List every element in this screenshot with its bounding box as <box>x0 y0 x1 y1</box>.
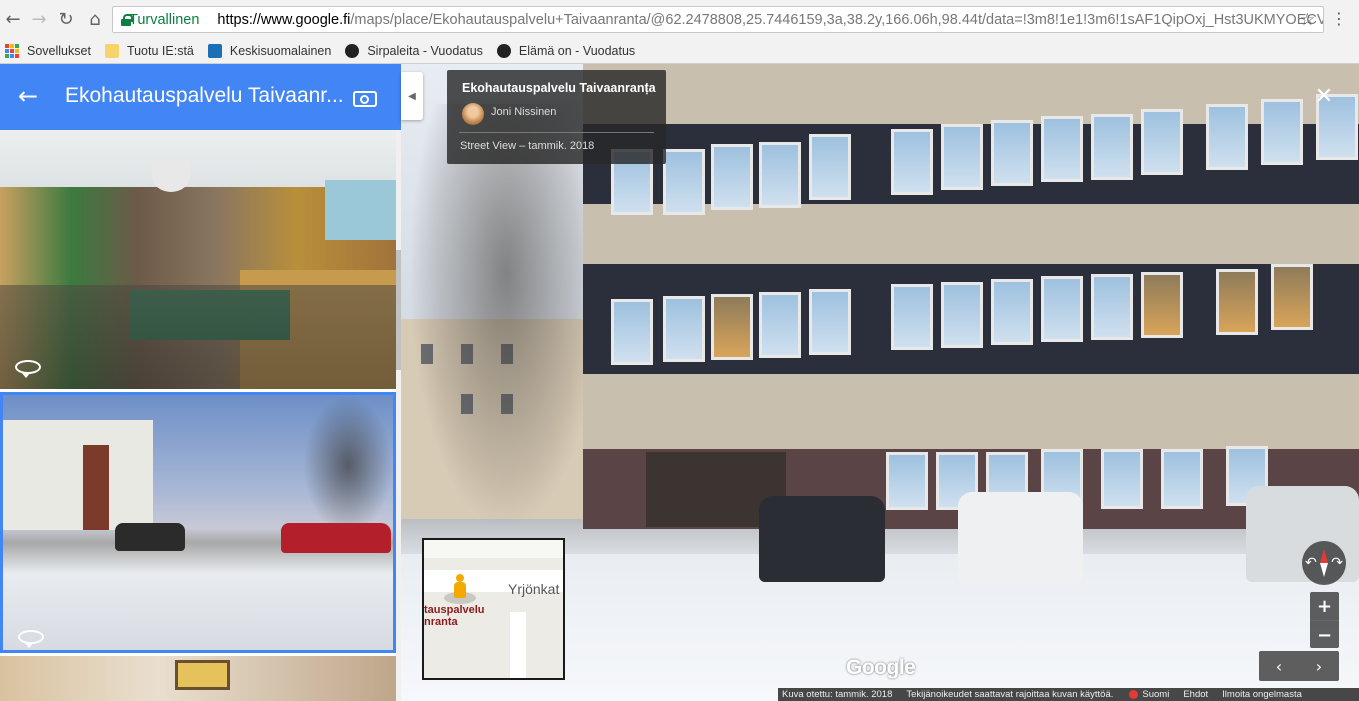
add-photo-icon[interactable] <box>353 86 377 107</box>
pegman-icon[interactable] <box>454 574 466 602</box>
mini-map[interactable]: Yrjönkat tauspalvelu nranta <box>422 538 565 680</box>
photo-thumbnail-street[interactable] <box>0 392 396 653</box>
photo-thumbnail-interior[interactable] <box>0 130 396 389</box>
address-bar[interactable]: Turvallinen https://www.google.fi/maps/p… <box>112 6 1324 33</box>
bookmark-label: Sirpaleita - Vuodatus <box>367 43 483 58</box>
photo-panel: ← Ekohautauspalvelu Taivaanr... <box>0 64 401 701</box>
language-link[interactable]: Suomi <box>1142 689 1169 700</box>
bookmark-elama-on[interactable]: Elämä on - Vuodatus <box>496 43 636 58</box>
more-options-icon[interactable]: ⋮ <box>640 81 654 97</box>
parked-car <box>958 492 1083 584</box>
zoom-out-button[interactable]: − <box>1310 621 1339 649</box>
capture-info: Kuva otettu: tammik. 2018 <box>782 689 893 700</box>
bookmark-sirpaleita[interactable]: Sirpaleita - Vuodatus <box>345 43 483 58</box>
place-label: tauspalvelu nranta <box>424 604 485 628</box>
url-path: /maps/place/Ekohautauspalvelu+Taivaanran… <box>350 11 1324 28</box>
panorama-360-icon <box>15 360 41 378</box>
bookmark-label: Sovellukset <box>27 43 91 58</box>
place-label-line: nranta <box>424 616 458 628</box>
pan-control: ‹ › <box>1259 651 1339 681</box>
street-label: Yrjönkat <box>508 581 560 597</box>
apps-icon <box>5 43 19 58</box>
url-domain: https://www.google.fi <box>217 11 351 28</box>
panel-header: ← Ekohautauspalvelu Taivaanr... <box>0 64 401 130</box>
secure-label: Turvallinen <box>129 11 200 28</box>
reload-icon[interactable]: ↻ <box>55 8 77 30</box>
info-card-title[interactable]: Ekohautauspalvelu Taivaanranta <box>462 81 656 95</box>
back-arrow-icon[interactable]: ← <box>18 83 38 109</box>
browser-menu-icon[interactable]: ⋮ <box>1331 9 1347 28</box>
photo-thumbnail-room[interactable] <box>0 656 396 701</box>
bookmark-label: Tuotu IE:stä <box>126 43 194 58</box>
folder-icon <box>104 43 119 58</box>
panorama-360-icon <box>18 630 44 648</box>
pan-right-button[interactable]: › <box>1299 651 1339 681</box>
home-icon[interactable]: ⌂ <box>84 8 106 30</box>
google-logo: Google <box>846 656 916 679</box>
photo-author[interactable]: Joni Nissinen <box>491 106 556 118</box>
bookmark-keskisuomalainen[interactable]: Keskisuomalainen <box>207 43 332 58</box>
terms-link[interactable]: Ehdot <box>1183 689 1208 700</box>
street-view-info-card: Ekohautauspalvelu Taivaanranta ⋮ Joni Ni… <box>447 70 666 164</box>
bookmark-label: Keskisuomalainen <box>229 43 332 58</box>
compass-icon[interactable]: ↶ ↷ <box>1302 541 1346 585</box>
parked-car <box>759 496 885 582</box>
bookmark-folder[interactable]: Tuotu IE:stä <box>104 43 194 58</box>
back-icon[interactable]: ← <box>2 8 24 30</box>
google-plus-icon[interactable] <box>1129 690 1139 699</box>
collapse-panel-button[interactable]: ◀ <box>401 72 423 120</box>
bookmark-label: Elämä on - Vuodatus <box>518 43 636 58</box>
zoom-control: + − <box>1310 592 1339 648</box>
browser-toolbar: ← → ↻ ⌂ Turvallinen https://www.google.f… <box>0 0 1359 38</box>
avatar[interactable] <box>462 103 484 125</box>
report-problem-link[interactable]: Ilmoita ongelmasta <box>1222 689 1302 700</box>
site-icon <box>207 43 222 58</box>
close-icon[interactable]: ✕ <box>1310 82 1338 110</box>
bookmark-star-icon[interactable]: ☆ <box>1300 10 1315 30</box>
bookmarks-bar: Sovellukset Tuotu IE:stä Keskisuomalaine… <box>0 38 1359 64</box>
bookmark-apps[interactable]: Sovellukset <box>5 43 91 58</box>
zoom-in-button[interactable]: + <box>1310 592 1339 620</box>
place-label-line: tauspalvelu <box>424 604 485 616</box>
copyright-notice: Tekijänoikeudet saattavat rajoittaa kuva… <box>906 689 1114 700</box>
pan-left-button[interactable]: ‹ <box>1259 651 1299 681</box>
divider <box>459 132 654 133</box>
place-title: Ekohautauspalvelu Taivaanr... <box>65 84 344 107</box>
mask-icon <box>496 43 511 58</box>
map-footer: Kuva otettu: tammik. 2018 Tekijänoikeude… <box>778 688 1359 701</box>
mask-icon <box>345 43 360 58</box>
forward-icon[interactable]: → <box>28 8 50 30</box>
capture-date: Street View – tammik. 2018 <box>460 140 595 152</box>
